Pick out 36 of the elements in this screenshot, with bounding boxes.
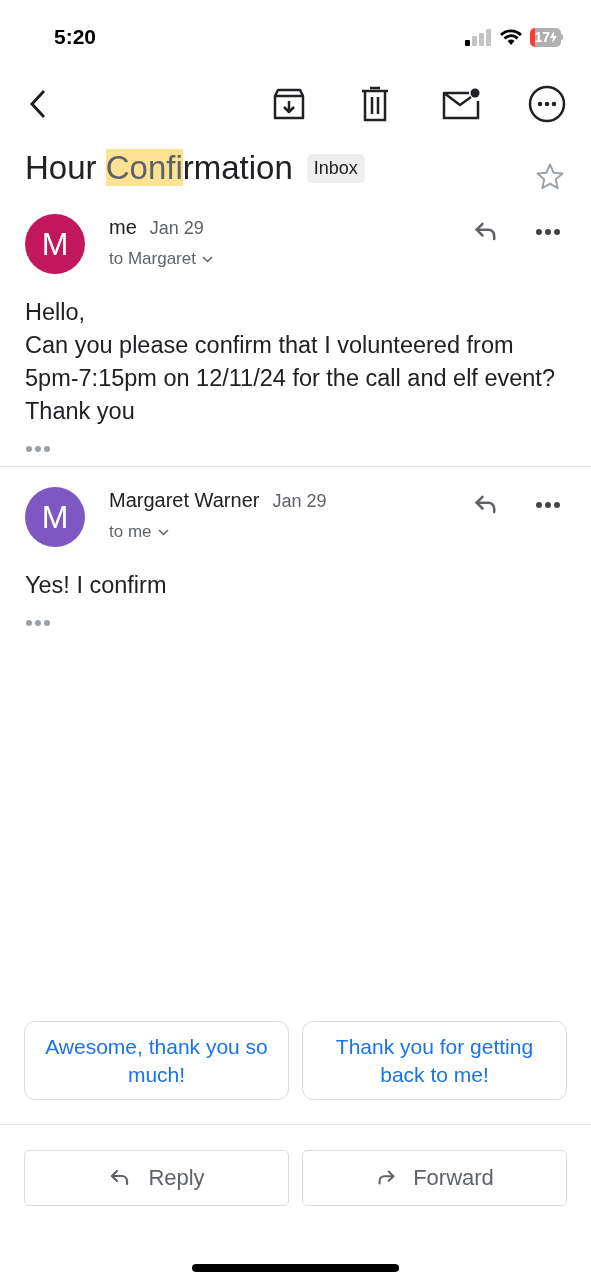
sender-name: me	[109, 216, 137, 239]
recipient-toggle[interactable]: to Margaret	[109, 249, 213, 269]
more-options-button[interactable]	[527, 84, 567, 124]
more-icon	[25, 619, 51, 627]
sender-avatar: M	[25, 487, 85, 547]
smart-reply-chip[interactable]: Thank you for getting back to me!	[302, 1021, 567, 1100]
more-icon	[528, 85, 566, 123]
message-text: Thank you	[25, 397, 136, 426]
inbox-label: Inbox	[306, 153, 365, 183]
more-icon	[535, 228, 561, 236]
signal-icon	[465, 28, 493, 46]
sender-name: Margaret Warner	[109, 489, 260, 512]
reply-button[interactable]: Reply	[24, 1150, 289, 1206]
chevron-down-icon	[157, 528, 169, 536]
message-text: Hello,	[25, 298, 87, 327]
message-date: Jan 29	[149, 218, 204, 239]
more-icon	[535, 501, 561, 509]
mail-unread-icon	[442, 87, 480, 121]
forward-button[interactable]: Forward	[302, 1150, 567, 1206]
wifi-icon	[499, 28, 524, 46]
battery-indicator: 17	[530, 27, 563, 47]
chevron-down-icon	[201, 255, 213, 263]
archive-icon	[271, 86, 307, 122]
smart-reply-chip[interactable]: Awesome, thank you so much!	[24, 1021, 289, 1100]
message-text: Can you please confirm that I volunteered from 5pm-7:15pm on 12/11/24 for the call and elf event?	[25, 331, 556, 393]
status-time: 5:20	[54, 25, 97, 49]
email-subject: Hour Confirmation	[25, 149, 293, 187]
trash-icon	[360, 86, 390, 122]
star-icon	[535, 162, 565, 192]
charging-icon	[550, 31, 557, 43]
message-text: Yes! I confirm	[25, 571, 168, 600]
sender-avatar: M	[25, 214, 85, 274]
recipient-toggle[interactable]: to me	[109, 522, 327, 542]
message-date: Jan 29	[272, 491, 327, 512]
back-icon	[29, 89, 47, 119]
more-icon	[25, 445, 51, 453]
